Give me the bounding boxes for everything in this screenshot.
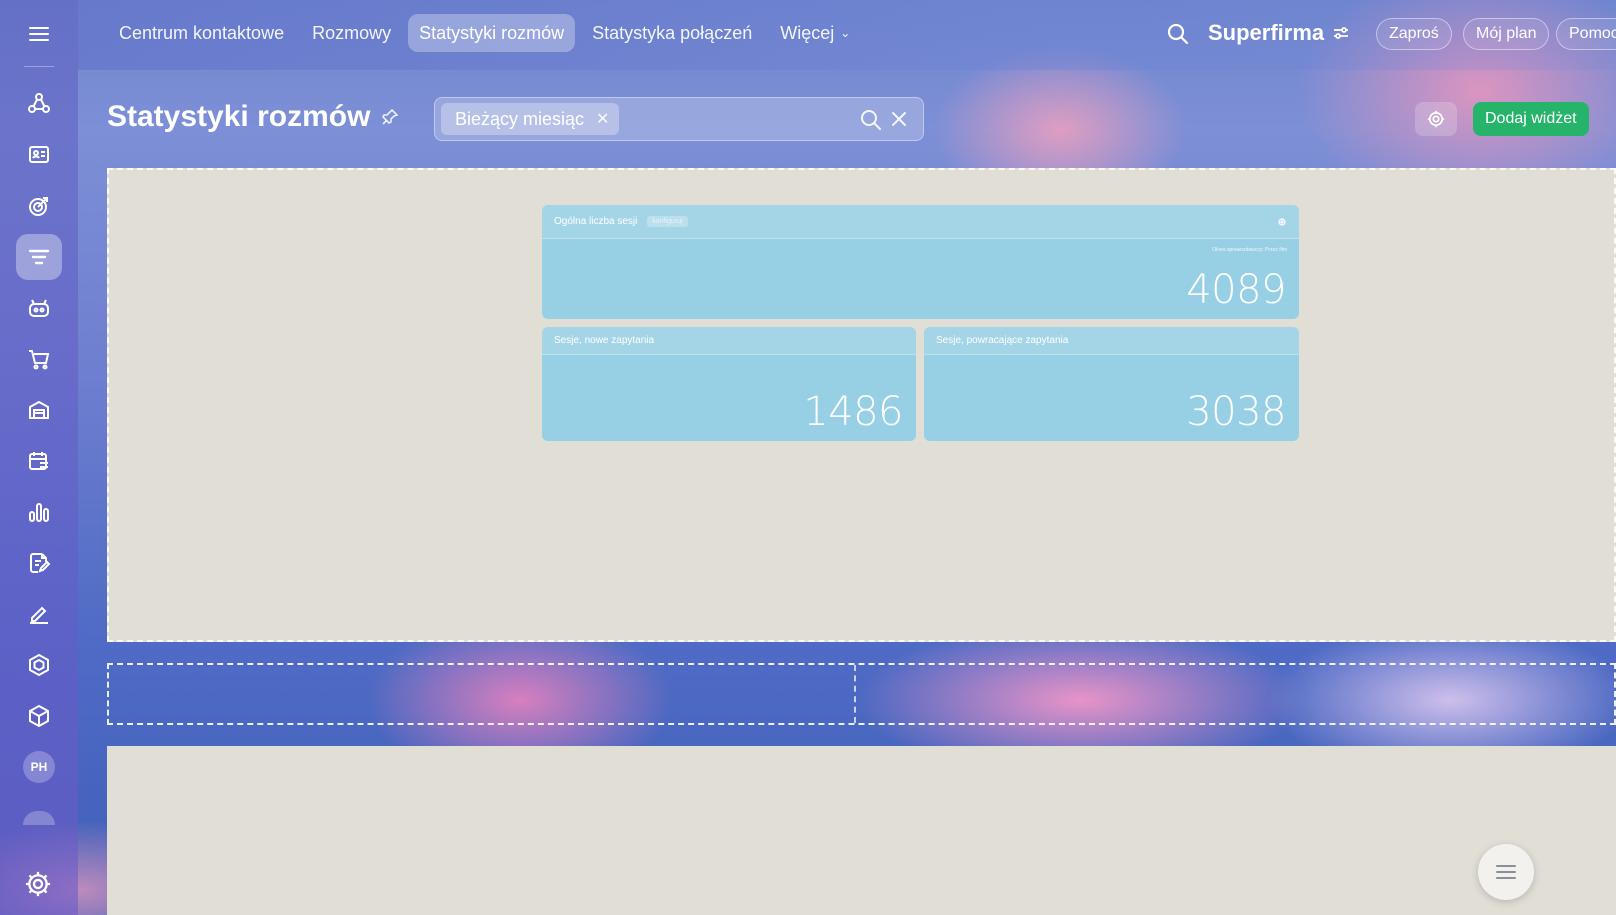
drop-zone-divider	[854, 665, 856, 723]
settings-gear-icon[interactable]	[23, 869, 53, 899]
help-button[interactable]: Pomoc	[1556, 18, 1616, 50]
board-settings-button[interactable]	[1415, 102, 1457, 136]
avatar-secondary[interactable]	[23, 811, 55, 825]
box-package-icon	[29, 704, 49, 728]
bar-chart-icon	[29, 503, 49, 522]
invite-button[interactable]: Zaproś	[1376, 18, 1452, 50]
avatar: PH	[23, 751, 55, 783]
add-widget-button[interactable]: Dodaj widżet	[1473, 102, 1589, 136]
gear-icon	[1427, 110, 1445, 128]
calendar-list-icon	[29, 452, 48, 470]
widget-value: 4089	[1186, 267, 1286, 313]
list-menu-button[interactable]	[1478, 844, 1534, 900]
filter-chip[interactable]: Bieżący miesiąc ✕	[441, 103, 620, 135]
widget-badge[interactable]: konfiguruj	[647, 216, 688, 227]
list-icon	[1496, 865, 1516, 879]
company-brand[interactable]: Superfirma	[1208, 20, 1350, 46]
tab-call-stats[interactable]: Statystyka połączeń	[581, 14, 763, 52]
widget-header: Sesje, nowe zapytania	[542, 327, 916, 355]
sidebar-item-market[interactable]	[16, 693, 62, 739]
bot-icon	[29, 299, 49, 317]
contact-center-icon	[29, 146, 49, 163]
widget-drop-zone[interactable]	[107, 663, 1616, 725]
menu-burger-icon[interactable]	[19, 22, 59, 46]
sidebar-item-crm[interactable]	[16, 81, 62, 127]
hexagon-icon	[29, 653, 49, 677]
widget-total-sessions[interactable]: Ogólna liczba sesji konfiguruj Okres spr…	[542, 205, 1299, 319]
sidebar-item-funnel[interactable]	[16, 234, 62, 280]
tab-more[interactable]: Więcej ⌄	[769, 14, 861, 52]
sidebar-item-shop[interactable]	[16, 336, 62, 382]
sidebar-item-calendar[interactable]	[16, 438, 62, 484]
widget-title: Ogólna liczba sesji	[554, 216, 638, 227]
left-sidebar: PH	[0, 0, 78, 915]
document-edit-icon	[30, 553, 51, 573]
tab-conversation-stats[interactable]: Statystyki rozmów	[408, 14, 576, 52]
page-title: Statystyki rozmów	[107, 100, 371, 133]
sidebar-item-sign[interactable]	[16, 591, 62, 637]
clear-icon[interactable]	[889, 109, 909, 129]
target-icon	[29, 197, 48, 216]
sidebar-item-profile[interactable]: PH	[16, 744, 62, 790]
sidebar-item-bots[interactable]	[16, 285, 62, 331]
widget-returning-sessions[interactable]: Sesje, powracające zapytania 3038	[924, 327, 1299, 441]
filter-chip-label: Bieżący miesiąc	[455, 108, 585, 129]
widget-value: 3038	[1186, 389, 1286, 435]
crm-nodes-icon	[28, 93, 50, 113]
shopping-cart-icon	[29, 350, 50, 370]
widget-header: Ogólna liczba sesji konfiguruj	[542, 205, 1299, 239]
funnel-filter-icon	[28, 249, 50, 265]
sidebar-item-warehouse[interactable]	[16, 387, 62, 433]
search-icon[interactable]	[1164, 20, 1192, 48]
filter-search-bar[interactable]: Bieżący miesiąc ✕	[434, 97, 924, 141]
sidebar-divider	[24, 66, 54, 67]
chip-close-icon[interactable]: ✕	[596, 109, 609, 129]
chevron-down-icon: ⌄	[840, 26, 851, 40]
widget-title: Sesje, nowe zapytania	[554, 335, 655, 346]
sidebar-item-analytics[interactable]	[16, 489, 62, 535]
widget-header: Sesje, powracające zapytania	[924, 327, 1299, 355]
widget-new-sessions[interactable]: Sesje, nowe zapytania 1486	[542, 327, 916, 441]
sliders-icon	[1334, 27, 1349, 39]
top-navigation: Centrum kontaktowe Rozmowy Statystyki ro…	[108, 14, 861, 52]
sidebar-item-documents[interactable]	[16, 540, 62, 586]
dashboard-row: Ogólna liczba sesji konfiguruj Okres spr…	[107, 168, 1616, 642]
warehouse-icon	[29, 400, 49, 419]
sidebar-item-target[interactable]	[16, 183, 62, 229]
tab-contact-center[interactable]: Centrum kontaktowe	[108, 14, 295, 52]
filter-search-icon[interactable]	[859, 108, 883, 132]
widget-note: Okres sprawozdawczy: Przez film	[1212, 247, 1287, 253]
tab-more-label: Więcej	[780, 22, 835, 43]
top-bar: Centrum kontaktowe Rozmowy Statystyki ro…	[78, 0, 1616, 70]
widget-settings-icon[interactable]	[1277, 217, 1287, 227]
sidebar-item-contact-center[interactable]	[16, 132, 62, 178]
widget-title: Sesje, powracające zapytania	[936, 335, 1069, 346]
page-title-block: Statystyki rozmów	[107, 100, 400, 134]
pin-icon[interactable]	[380, 107, 400, 127]
my-plan-button[interactable]: Mój plan	[1463, 18, 1550, 50]
widget-value: 1486	[803, 389, 903, 435]
tab-conversations[interactable]: Rozmowy	[301, 14, 402, 52]
company-name: Superfirma	[1208, 20, 1325, 45]
sidebar-item-apps[interactable]	[16, 642, 62, 688]
pen-signature-icon	[30, 606, 48, 624]
dashboard-lower-area	[107, 746, 1616, 915]
